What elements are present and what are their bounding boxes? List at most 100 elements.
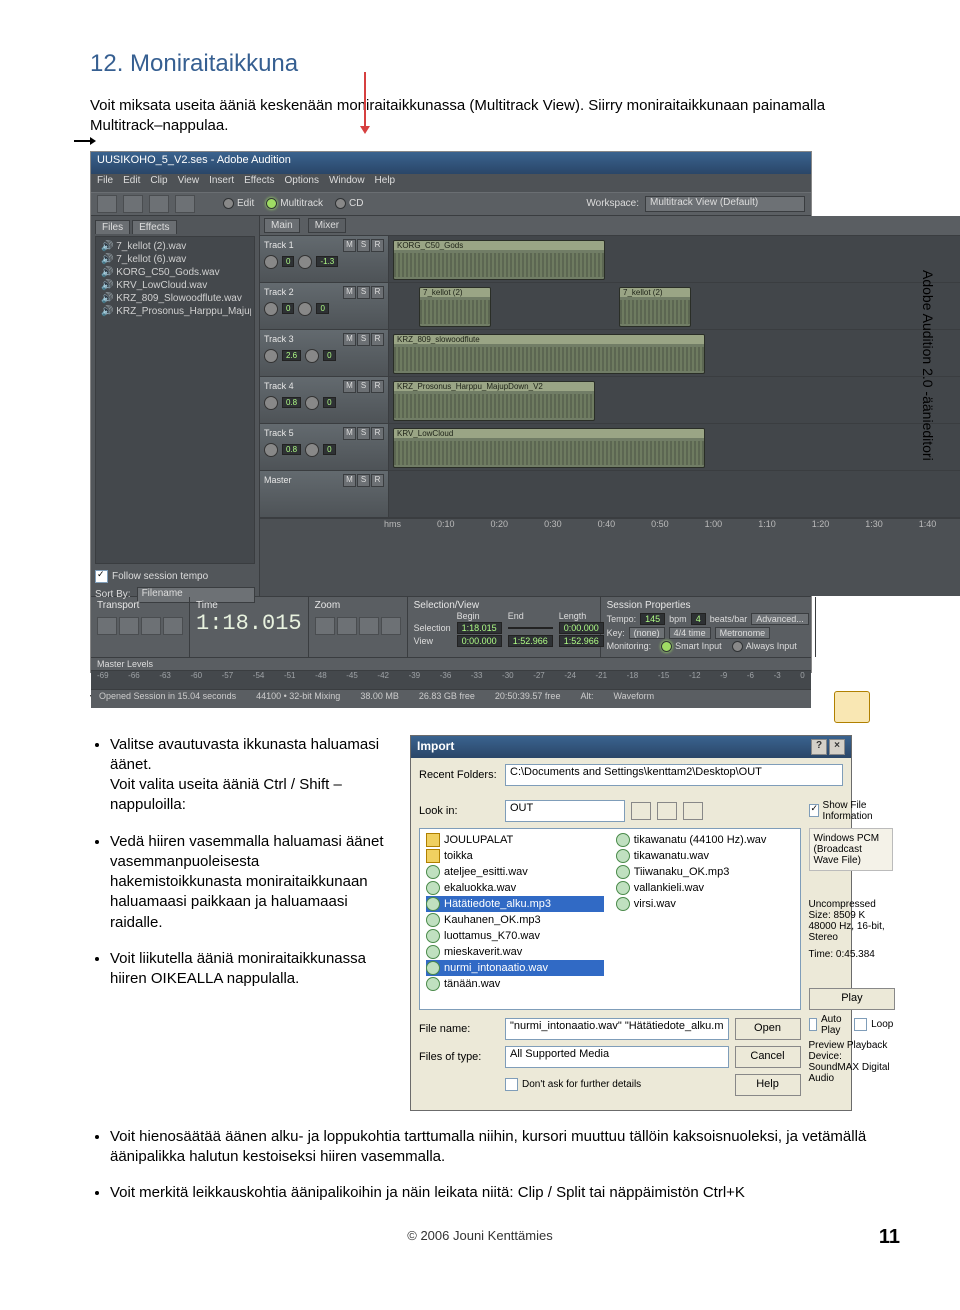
track-lane[interactable]: KORG_C50_Gods [389,236,960,282]
transport-btn[interactable] [97,617,117,635]
tab-effects[interactable]: Effects [132,220,176,234]
toolbar-btn[interactable] [175,195,195,213]
help-button[interactable]: Help [735,1074,801,1096]
track-lane[interactable]: KRV_LowCloud [389,424,960,470]
file-item[interactable]: virsi.wav [616,896,794,912]
track-controls[interactable]: Track 3MSR2.60 [260,330,389,376]
zoom-btn[interactable] [381,617,401,635]
tab-mixer[interactable]: Mixer [308,218,346,233]
file-item[interactable]: mieskaverit.wav [426,944,604,960]
audio-clip[interactable]: 7_kellot (2) [619,287,691,327]
menubar[interactable]: File Edit Clip View Insert Effects Options Wind… [91,174,811,192]
file-item[interactable]: tikawanatu.wav [616,848,794,864]
track-controls[interactable]: Track 2MSR00 [260,283,389,329]
toolbar-btn[interactable] [97,195,117,213]
dialog-title: Import [417,739,454,755]
audio-clip[interactable]: KORG_C50_Gods [393,240,605,280]
play-button[interactable]: Play [809,988,896,1010]
file-item[interactable]: 🔊 KRV_LowCloud.wav [99,279,251,292]
folder-item[interactable]: toikka [426,848,604,864]
close-icon[interactable]: × [829,739,845,755]
menu-item[interactable]: Effects [244,175,274,186]
audio-clip[interactable]: KRZ_809_slowoodflute [393,334,705,374]
menu-item[interactable]: Help [375,175,396,186]
audio-clip[interactable]: KRV_LowCloud [393,428,705,468]
tab-files[interactable]: Files [95,220,130,234]
zoom-btn[interactable] [315,617,335,635]
file-type-select[interactable]: All Supported Media [505,1046,729,1068]
track-controls[interactable]: Track 4MSR0.80 [260,377,389,423]
list-item: Valitse avautuvasta ikkunasta haluamasi … [110,735,390,816]
file-item[interactable]: nurmi_intonaatio.wav [426,960,604,976]
help-icon[interactable]: ? [811,739,827,755]
transport-btn[interactable] [163,617,183,635]
transport-btn[interactable] [141,617,161,635]
instruction-list-bottom: Voit hienosäätää äänen alku- ja loppukoh… [90,1127,870,1204]
look-in-select[interactable]: OUT [505,800,625,822]
mode-multitrack[interactable]: Multitrack [266,198,323,209]
file-item[interactable]: 🔊 7_kellot (2).wav [99,240,251,253]
zoom-btn[interactable] [359,617,379,635]
file-item[interactable]: vallankieli.wav [616,880,794,896]
status-bar: Opened Session in 15.04 seconds 44100 • … [91,689,811,708]
preview-device-select[interactable]: SoundMAX Digital Audio [809,1062,894,1084]
file-item[interactable]: luottamus_K70.wav [426,928,604,944]
master-levels-label: Master Levels [91,657,811,670]
follow-tempo[interactable]: Follow session tempo [112,571,208,582]
mode-cd[interactable]: CD [335,198,363,209]
mode-edit[interactable]: Edit [223,198,254,209]
track-lane[interactable]: KRZ_809_slowoodflute [389,330,960,376]
audio-clip[interactable]: KRZ_Prosonus_Harppu_MajupDown_V2 [393,381,595,421]
file-item[interactable]: Tiiwanaku_OK.mp3 [616,864,794,880]
file-item[interactable]: tänään.wav [426,976,604,992]
menu-item[interactable]: View [178,175,200,186]
menu-item[interactable]: Insert [209,175,234,186]
new-folder-icon[interactable] [657,802,677,820]
track-lane[interactable]: KRZ_Prosonus_Harppu_MajupDown_V2 [389,377,960,423]
session-title: Session Properties [607,600,809,611]
file-name-label: File name: [419,1023,499,1035]
menu-item[interactable]: Options [285,175,319,186]
view-menu-icon[interactable] [683,802,703,820]
cancel-button[interactable]: Cancel [735,1046,801,1068]
menu-item[interactable]: Edit [123,175,140,186]
menu-item[interactable]: File [97,175,113,186]
track-controls[interactable]: MasterMSR [260,471,389,517]
folder-item[interactable]: JOULUPALAT [426,832,604,848]
toolbar-btn[interactable] [123,195,143,213]
workspace-select[interactable]: Multitrack View (Default) [645,196,805,212]
zoom-btn[interactable] [337,617,357,635]
tab-main[interactable]: Main [264,218,300,233]
transport-btn[interactable] [119,617,139,635]
file-name-input[interactable]: "nurmi_intonaatio.wav" "Hätätiedote_alku… [505,1018,729,1040]
loop-checkbox[interactable]: Loop [871,1019,893,1030]
track-controls[interactable]: Track 1MSR0-1.3 [260,236,389,282]
track-controls[interactable]: Track 5MSR0.80 [260,424,389,470]
file-item[interactable]: 🔊 KRZ_Prosonus_Harppu_MajupD [99,305,251,318]
audio-clip[interactable]: 7_kellot (2) [419,287,491,327]
dont-ask-checkbox[interactable]: Don't ask for further details [522,1079,641,1090]
metronome-btn[interactable]: Metronome [715,627,771,639]
file-item[interactable]: 🔊 KORG_C50_Gods.wav [99,266,251,279]
menu-item[interactable]: Window [329,175,365,186]
nav-up-icon[interactable] [631,802,651,820]
file-item[interactable]: Kauhanen_OK.mp3 [426,912,604,928]
file-item[interactable]: ateljee_esitti.wav [426,864,604,880]
file-item[interactable]: tikawanatu (44100 Hz).wav [616,832,794,848]
timeline-ruler[interactable]: hms0:100:200:300:400:501:001:101:201:301… [260,518,960,535]
track-lane[interactable] [389,471,960,517]
track-lane[interactable]: 7_kellot (2) 7_kellot (2) [389,283,960,329]
file-browser[interactable]: JOULUPALATtoikkaateljee_esitti.wavekaluo… [419,828,801,1010]
recent-folders-select[interactable]: C:\Documents and Settings\kenttam2\Deskt… [505,764,843,786]
open-button[interactable]: Open [735,1018,801,1040]
file-item[interactable]: 🔊 7_kellot (6).wav [99,253,251,266]
advanced-btn[interactable]: Advanced... [751,613,809,625]
file-item[interactable]: ekaluokka.wav [426,880,604,896]
file-item[interactable]: 🔊 KRZ_809_Slowoodflute.wav [99,292,251,305]
autoplay-checkbox[interactable]: Auto Play [821,1014,846,1036]
toolbar-btn[interactable] [149,195,169,213]
files-list[interactable]: 🔊 7_kellot (2).wav🔊 7_kellot (6).wav🔊 KO… [95,236,255,564]
file-item[interactable]: Hätätiedote_alku.mp3 [426,896,604,912]
menu-item[interactable]: Clip [150,175,167,186]
show-file-info-checkbox[interactable]: Show File Information [823,800,894,822]
